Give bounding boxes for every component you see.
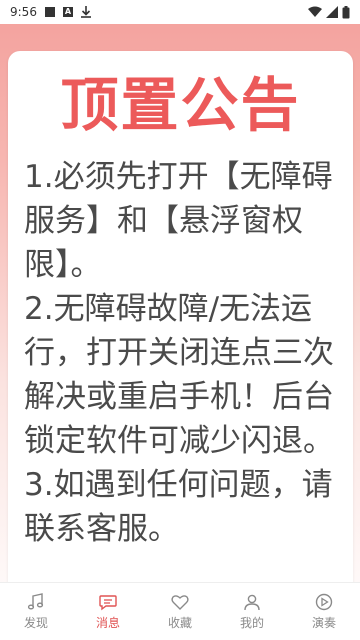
nav-label-mine: 我的 [239,616,264,630]
status-time: 9:56 [10,5,37,19]
notice-paragraph-1: 1.必须先打开【无障碍服务】和【悬浮窗权限】。 [24,159,333,283]
bottom-nav: 发现 消息 收藏 我的 演奏 [0,582,360,640]
nav-label-perform: 演奏 [311,616,336,630]
notice-paragraph-2: 2.无障碍故障/无法运行，打开关闭连点三次解决或重启手机！后台锁定软件可减少闪退… [24,291,334,459]
status-left: 9:56 A [10,5,91,19]
nav-item-mine[interactable]: 我的 [216,583,288,640]
notification-square-icon [44,7,55,17]
status-bar: 9:56 A [0,0,360,24]
nav-item-messages[interactable]: 消息 [72,583,144,640]
notice-card: 顶置公告 1.必须先打开【无障碍服务】和【悬浮窗权限】。 2.无障碍故障/无法运… [8,51,353,611]
nav-item-perform[interactable]: 演奏 [288,583,360,640]
person-icon [244,594,260,611]
music-note-icon [27,593,44,610]
play-disc-icon [315,593,333,611]
notice-title: 顶置公告 [60,71,301,139]
nav-label-discover: 发现 [23,616,48,630]
download-icon [80,6,91,18]
a-icon: A [62,7,73,17]
battery-icon [342,5,350,18]
signal-icon [326,6,338,18]
message-bubble-icon [99,595,117,611]
notice-paragraph-3: 3.如遇到任何问题，请联系客服。 [24,467,333,547]
nav-item-discover[interactable]: 发现 [0,583,72,640]
nav-label-favorites: 收藏 [167,616,192,630]
notice-body[interactable]: 1.必须先打开【无障碍服务】和【悬浮窗权限】。 2.无障碍故障/无法运行，打开关… [8,155,353,551]
status-right [308,5,350,19]
wifi-icon [308,6,322,17]
nav-item-favorites[interactable]: 收藏 [144,583,216,640]
heart-icon [171,595,189,610]
nav-label-messages: 消息 [95,616,120,630]
